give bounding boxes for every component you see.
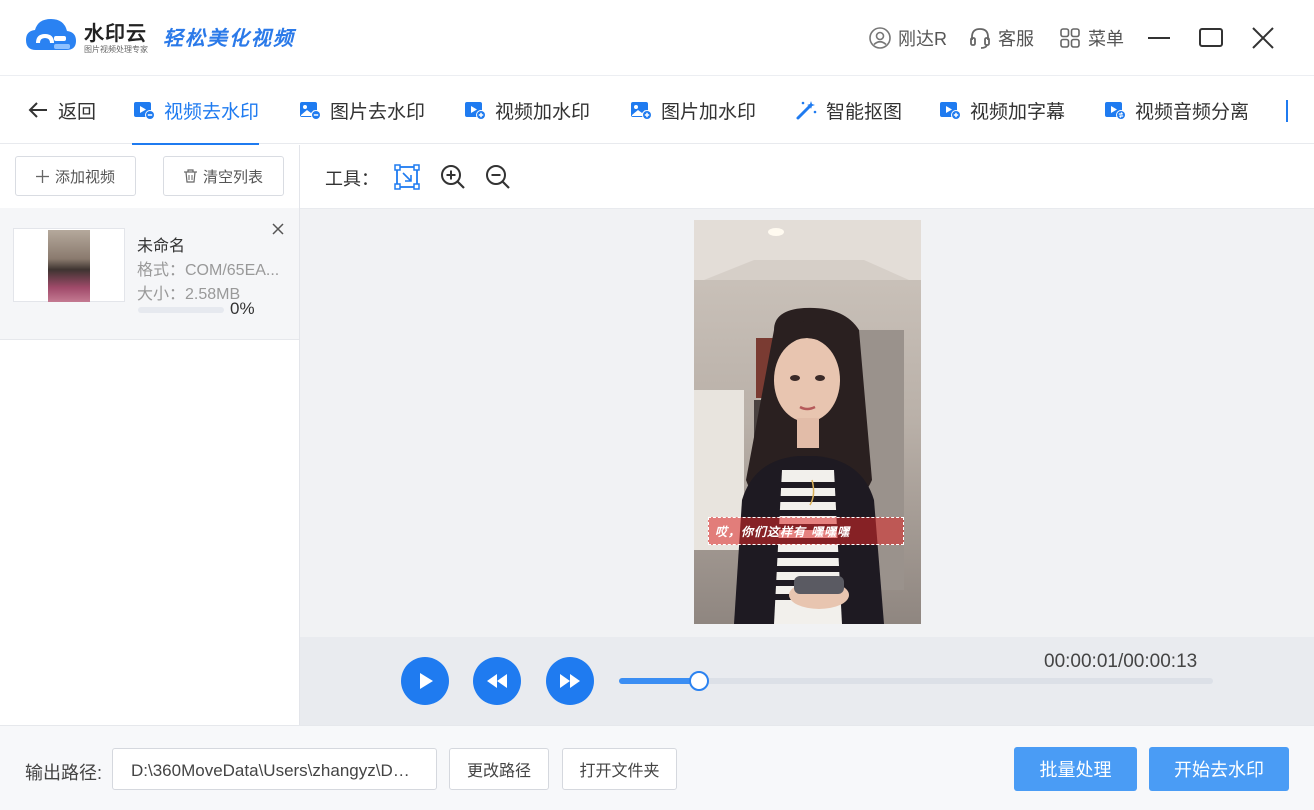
tab-video-add-subtitles[interactable]: 视频加字幕 [938,76,1065,144]
video-frame-image [694,220,921,624]
play-icon [420,673,433,689]
customer-service-button[interactable]: 客服 [968,24,1034,52]
video-icon [134,102,155,120]
menu-button[interactable]: 菜单 [1058,24,1124,52]
video-thumbnail [13,228,125,302]
image-icon [300,102,321,120]
slogan: 轻松美化视频 [163,26,295,50]
image-icon [631,102,652,120]
add-video-label: 添加视频 [54,168,115,186]
add-video-button[interactable]: 添加视频 [15,156,136,196]
arrow-left-icon [28,102,47,118]
file-name: 未命名 [137,238,186,255]
video-icon [465,102,486,120]
list-item[interactable]: 未命名 格式：COM/65EA... 大小：2.58MB [0,208,299,340]
grid-menu-icon [1060,28,1080,48]
headset-icon [970,28,990,49]
tab-label: 视频加字幕 [970,101,1066,123]
brand-subtitle: 图片视频处理专家 [84,45,148,54]
title-bar: 水印云 图片视频处理专家 轻松美化视频 刚达R 客服 菜单 [0,0,1314,76]
tab-label: 视频去水印 [164,101,260,123]
tools-label: 工具： [325,169,379,189]
batch-process-button[interactable]: 批量处理 [1014,747,1137,791]
video-frame[interactable]: 哎，你们这样有 嘿嘿嘿 [694,220,921,624]
clear-list-button[interactable]: 清空列表 [163,156,284,196]
user-icon [869,27,891,49]
file-size: 大小：2.58MB [137,286,241,303]
brand-name: 水印云 [84,23,147,45]
clear-list-label: 清空列表 [202,168,263,186]
tab-bar: 返回 视频去水印 图片去水印 视频加水印 图片加水印 智能抠图 视频加字幕 视频… [0,76,1314,145]
timecode: 00:00:01/00:00:13 [1044,651,1198,672]
open-folder-button[interactable]: 打开文件夹 [562,748,677,790]
watermark-selection-box[interactable]: 哎，你们这样有 嘿嘿嘿 [708,517,904,545]
seek-progress [619,678,699,684]
tool-bar: 工具： [300,145,1314,209]
file-list-panel: 添加视频 清空列表 未命名 格式：COM/65EA... 大小：2.58MB 0… [0,145,300,725]
tab-video-audio-separation[interactable]: 视频音频分离 [1103,76,1249,144]
output-path-field[interactable]: D:\360MoveData\Users\zhangyz\Desktop [112,748,437,790]
customer-service-label: 客服 [998,29,1034,49]
seek-handle[interactable] [689,671,709,691]
back-label: 返回 [58,101,97,123]
output-path-label: 输出路径: [25,763,103,783]
zoom-out-icon[interactable] [484,163,512,191]
tab-label: 智能抠图 [826,101,903,123]
user-name: 刚达R [898,29,947,49]
thumbnail-image [48,230,90,302]
fast-forward-icon [560,674,580,688]
tab-label: 图片去水印 [330,101,426,123]
tab-label: 图片加水印 [661,101,757,123]
trash-icon [183,169,197,183]
remove-file-icon[interactable] [270,221,286,237]
video-icon [940,102,961,120]
file-progress-text: 0% [230,299,255,318]
tab-image-add-watermark[interactable]: 图片加水印 [629,76,756,144]
tab-overflow-indicator[interactable] [1286,100,1288,122]
file-format: 格式：COM/65EA... [137,262,280,279]
zoom-in-icon[interactable] [439,163,467,191]
minimize-icon[interactable] [1145,24,1173,52]
rewind-icon [487,674,507,688]
seek-slider[interactable] [619,671,1213,691]
user-account-button[interactable]: 刚达R [868,24,947,52]
tab-label: 视频加水印 [495,101,591,123]
rewind-button[interactable] [473,657,521,705]
output-bar: 输出路径: D:\360MoveData\Users\zhangyz\Deskt… [0,725,1314,810]
file-progress-bar [138,307,224,313]
play-button[interactable] [401,657,449,705]
change-path-button[interactable]: 更改路径 [449,748,549,790]
tab-image-watermark-removal[interactable]: 图片去水印 [298,76,425,144]
fast-forward-button[interactable] [546,657,594,705]
close-icon[interactable] [1249,24,1277,52]
menu-label: 菜单 [1088,29,1124,49]
magic-wand-icon [796,101,817,120]
player-controls: 00:00:01/00:00:13 [300,637,1314,725]
cloud-logo-icon [26,19,76,50]
tab-smart-cutout[interactable]: 智能抠图 [794,76,902,144]
tab-video-add-watermark[interactable]: 视频加水印 [463,76,590,144]
start-remove-watermark-button[interactable]: 开始去水印 [1149,747,1289,791]
select-region-icon[interactable] [393,163,421,191]
maximize-icon[interactable] [1197,24,1225,52]
video-preview-area: 哎，你们这样有 嘿嘿嘿 [300,209,1314,637]
video-icon [1105,102,1126,120]
plus-icon [35,169,49,183]
back-button[interactable]: 返回 [26,76,96,144]
tab-label: 视频音频分离 [1135,101,1250,123]
tab-video-watermark-removal[interactable]: 视频去水印 [132,76,260,145]
